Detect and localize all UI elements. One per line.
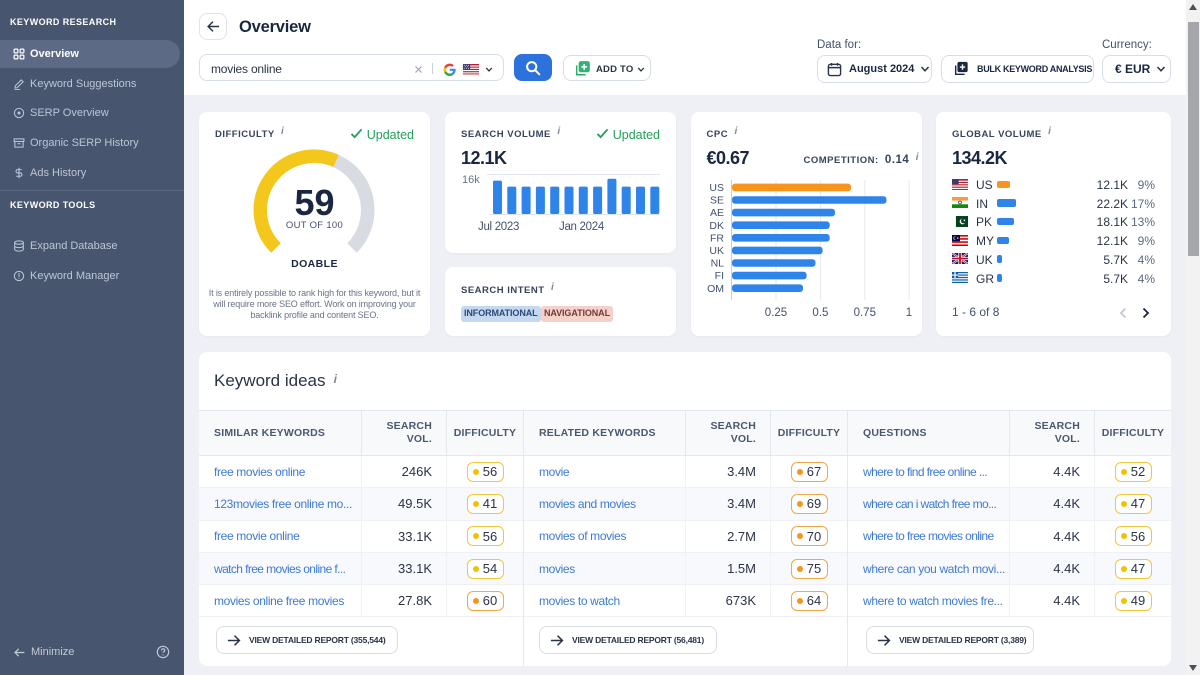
svg-text:1: 1 bbox=[905, 307, 911, 319]
svg-text:FR: FR bbox=[710, 232, 724, 244]
svg-text:DK: DK bbox=[709, 220, 724, 232]
svg-text:FI: FI bbox=[714, 270, 723, 282]
svg-text:US: US bbox=[709, 182, 724, 194]
svg-text:0.5: 0.5 bbox=[812, 307, 828, 319]
svg-text:OM: OM bbox=[707, 283, 724, 295]
svg-text:AE: AE bbox=[709, 207, 723, 219]
svg-text:UK: UK bbox=[709, 245, 724, 257]
svg-text:SE: SE bbox=[709, 195, 723, 207]
svg-text:16k: 16k bbox=[462, 174, 480, 186]
svg-text:Jan 2024: Jan 2024 bbox=[559, 221, 605, 233]
svg-text:NL: NL bbox=[710, 258, 724, 270]
svg-text:Jul 2023: Jul 2023 bbox=[478, 221, 519, 233]
svg-text:0.75: 0.75 bbox=[853, 307, 875, 319]
svg-text:0.25: 0.25 bbox=[764, 307, 786, 319]
